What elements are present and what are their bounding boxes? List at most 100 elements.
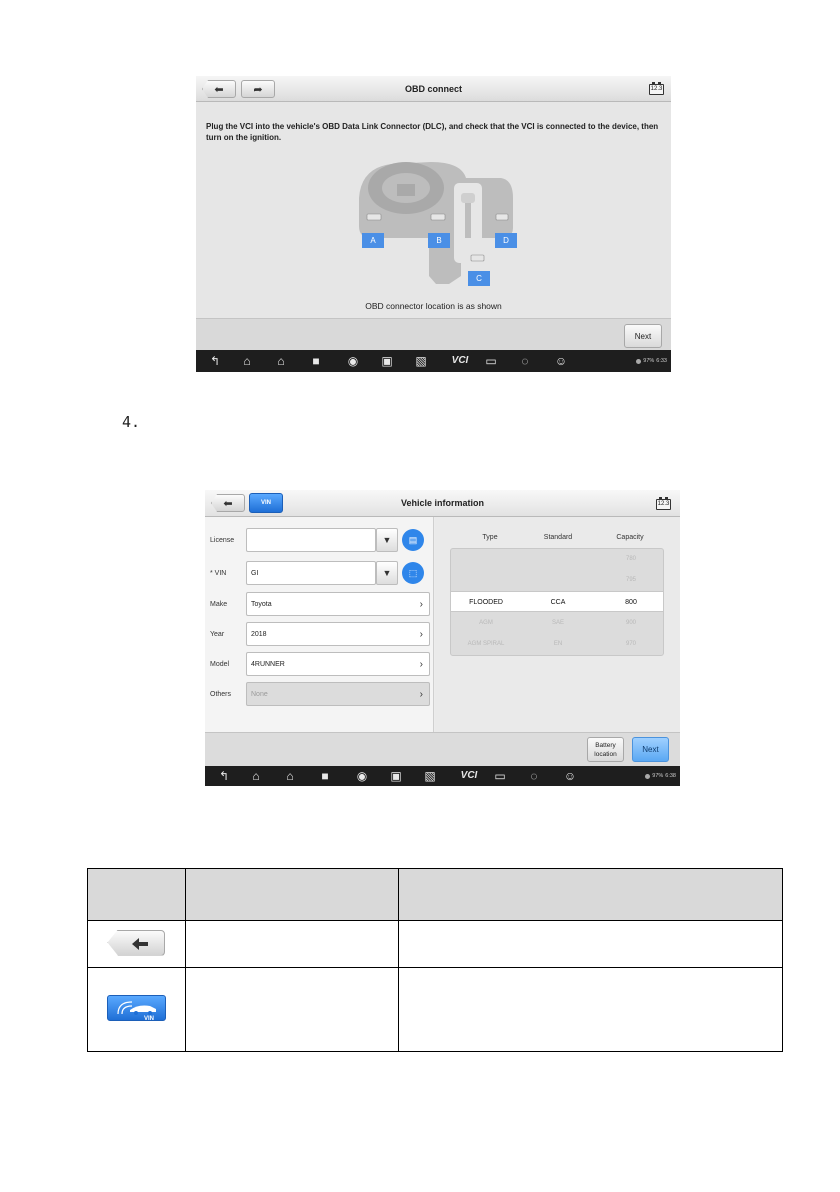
description-cell — [397, 920, 784, 968]
cell-type: FLOODED — [469, 599, 503, 606]
battery-row[interactable]: AGM SPIRAL EN 970 — [451, 634, 663, 655]
cell-capacity: 780 — [625, 556, 636, 562]
nav-vci-icon[interactable]: VCI — [448, 355, 472, 367]
field-label: Year — [210, 630, 225, 638]
field-others: Others None › — [210, 682, 430, 706]
field-model: Model 4RUNNER › — [210, 652, 430, 676]
cell-type: AGM SPIRAL — [467, 641, 505, 647]
instruction-text: Plug the VCI into the vehicle's OBD Data… — [206, 122, 659, 142]
model-select[interactable]: 4RUNNER › — [246, 652, 430, 676]
vehicle-form: License ▼ ▤ * VIN GI ▼ ⬚ Make Toyota › Y… — [205, 517, 434, 732]
cell-standard: SAE — [551, 620, 564, 626]
nav-home-icon[interactable]: ⌂ — [238, 355, 256, 367]
cell-capacity: 900 — [625, 620, 636, 626]
top-bar: ⬅ ➦ OBD connect 12.3 — [196, 76, 671, 102]
make-select[interactable]: Toyota › — [246, 592, 430, 616]
make-value: Toyota — [251, 600, 272, 608]
table-row: VIN — [87, 967, 784, 1052]
header-cell-description — [397, 868, 784, 921]
next-button[interactable]: Next — [632, 737, 669, 762]
cell-standard: EN — [553, 641, 563, 647]
battery-row[interactable]: 780 — [451, 549, 663, 570]
cell-standard: CCA — [550, 599, 566, 606]
top-bar: ⬅ VIN Vehicle information 12.3 — [205, 490, 680, 517]
android-nav-bar: ↰ ⌂ ⌂ ■ ◉ ▣ ▧ VCI ▭ ◌ ☺ 97% 6:33 — [196, 350, 671, 372]
dashboard-illustration — [359, 162, 513, 284]
field-label: * VIN — [210, 569, 227, 577]
action-bar: Next — [196, 318, 671, 350]
vehicle-information-screenshot: ⬅ VIN Vehicle information 12.3 License ▼… — [205, 490, 680, 786]
obd-connect-screenshot: ⬅ ➦ OBD connect 12.3 Plug the VCI into t… — [196, 76, 671, 372]
license-scan-button[interactable]: ▤ — [402, 529, 424, 551]
nav-car-icon[interactable]: ▭ — [482, 355, 500, 367]
nav-back-icon[interactable]: ↰ — [215, 770, 233, 782]
battery-voltage-icon: 12.3 — [649, 82, 664, 95]
battery-picker[interactable]: 780 795 FLOODED CCA 800 AGM SAE 900 AGM … — [450, 548, 664, 656]
nav-camera-icon[interactable]: ▣ — [387, 770, 405, 782]
scan-frame-icon: ⬚ — [408, 567, 418, 578]
field-vin: * VIN GI ▼ — [210, 561, 398, 585]
col-header-capacity: Capacity — [616, 534, 644, 541]
header-cell-name — [184, 868, 399, 921]
status-area: 97% 6:38 — [645, 773, 676, 779]
nav-browser-icon[interactable]: ◉ — [353, 770, 371, 782]
icon-cell: VIN — [87, 967, 186, 1052]
connector-label-b: B — [428, 233, 450, 248]
next-button[interactable]: Next — [624, 324, 662, 348]
battery-percent: 97% — [652, 773, 664, 779]
vin-scan-circle-button[interactable]: ⬚ — [402, 562, 424, 584]
field-label: Make — [210, 600, 228, 608]
battery-row[interactable]: AGM SAE 900 — [451, 613, 663, 634]
nav-screen-mirror-icon[interactable]: ▧ — [421, 770, 439, 782]
battery-row-selected[interactable]: FLOODED CCA 800 — [451, 591, 663, 612]
nav-browser-icon[interactable]: ◉ — [344, 355, 362, 367]
page-title: OBD connect — [404, 83, 462, 94]
clock: 6:33 — [656, 358, 667, 364]
year-value: 2018 — [251, 630, 267, 638]
nav-screen-mirror-icon[interactable]: ▧ — [412, 355, 430, 367]
nav-remote-expert-icon[interactable]: ☺ — [561, 770, 579, 782]
connector-label-d: D — [495, 233, 517, 248]
field-make: Make Toyota › — [210, 592, 430, 616]
vin-dropdown[interactable]: ▼ — [376, 561, 398, 585]
license-input[interactable] — [246, 528, 376, 552]
vin-icon: VIN — [106, 995, 166, 1022]
nav-autel-home-icon[interactable]: ⌂ — [272, 355, 290, 367]
name-cell — [184, 967, 399, 1052]
battery-location-button[interactable]: Battery location — [587, 737, 624, 762]
license-dropdown[interactable]: ▼ — [376, 528, 398, 552]
others-select[interactable]: None › — [246, 682, 430, 706]
icon-description-table: VIN — [87, 868, 784, 1052]
nav-back-icon[interactable]: ↰ — [206, 355, 224, 367]
cell-capacity: 970 — [625, 641, 636, 647]
battery-row[interactable]: 795 — [451, 570, 663, 591]
connector-label-c: C — [468, 271, 490, 286]
vin-input[interactable]: GI — [246, 561, 376, 585]
others-value: None — [251, 690, 268, 698]
status-area: 97% 6:33 — [636, 358, 667, 364]
nav-tpms-icon[interactable]: ◌ — [516, 355, 534, 367]
field-label: License — [210, 536, 235, 544]
nav-recent-apps-icon[interactable]: ■ — [307, 355, 325, 367]
nav-tpms-icon[interactable]: ◌ — [525, 770, 543, 782]
status-dot-icon — [645, 773, 651, 779]
nav-remote-expert-icon[interactable]: ☺ — [552, 355, 570, 367]
page-title: Vehicle information — [400, 498, 485, 508]
field-label: Model — [210, 660, 230, 668]
clock: 6:38 — [665, 773, 676, 779]
icon-cell — [87, 920, 186, 968]
dropdown-arrow-icon: ▼ — [382, 535, 392, 545]
nav-home-icon[interactable]: ⌂ — [247, 770, 265, 782]
year-select[interactable]: 2018 › — [246, 622, 430, 646]
chevron-right-icon: › — [419, 689, 423, 700]
nav-vci-icon[interactable]: VCI — [457, 770, 481, 782]
table-header-row — [87, 868, 784, 921]
nav-recent-apps-icon[interactable]: ■ — [316, 770, 334, 782]
chevron-right-icon: › — [419, 659, 423, 670]
model-value: 4RUNNER — [251, 660, 285, 668]
dropdown-arrow-icon: ▼ — [382, 568, 392, 578]
nav-car-icon[interactable]: ▭ — [491, 770, 509, 782]
connector-caption: OBD connector location is as shown — [365, 301, 502, 311]
nav-autel-home-icon[interactable]: ⌂ — [281, 770, 299, 782]
nav-camera-icon[interactable]: ▣ — [378, 355, 396, 367]
